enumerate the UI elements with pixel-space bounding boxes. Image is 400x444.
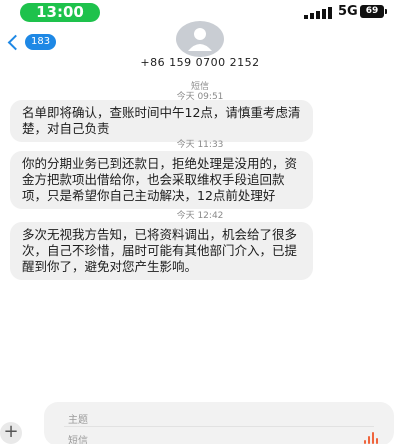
message-bubble[interactable]: 名单即将确认，查账时间中午12点，请慎重考虑清楚，对自己负责 xyxy=(10,100,313,142)
status-time: 13:00 xyxy=(20,3,100,22)
subject-input[interactable]: 主题 xyxy=(68,411,88,426)
contact-avatar[interactable] xyxy=(175,20,225,58)
chevron-left-icon xyxy=(7,34,24,50)
signal-strength-icon xyxy=(304,7,334,19)
voice-input-icon[interactable] xyxy=(364,432,378,444)
compose-bar: + 主题 短信 xyxy=(0,400,400,444)
message-bubble[interactable]: 你的分期业务已到还款日，拒绝处理是没用的，资金方把款项出借给你，也会采取维权手段… xyxy=(10,151,313,209)
unread-count-badge: 183 xyxy=(25,34,57,50)
network-type: 5G xyxy=(338,4,358,19)
add-attachment-button[interactable]: + xyxy=(0,422,22,444)
compose-box: 主题 短信 xyxy=(44,402,394,444)
contact-phone-number[interactable]: +86 159 0700 2152 xyxy=(0,56,400,69)
message-timestamp: 今天 11:33 xyxy=(176,140,224,150)
message-input[interactable]: 短信 xyxy=(68,432,88,444)
battery-icon: 69 xyxy=(360,5,387,18)
message-timestamp: 今天 12:42 xyxy=(176,211,224,221)
back-button[interactable]: 183 xyxy=(4,33,57,51)
input-divider xyxy=(64,426,374,427)
message-bubble[interactable]: 多次无视我方告知，已将资料调出，机会给了很多次，自己不珍惜，届时可能有其他部门介… xyxy=(10,222,313,280)
